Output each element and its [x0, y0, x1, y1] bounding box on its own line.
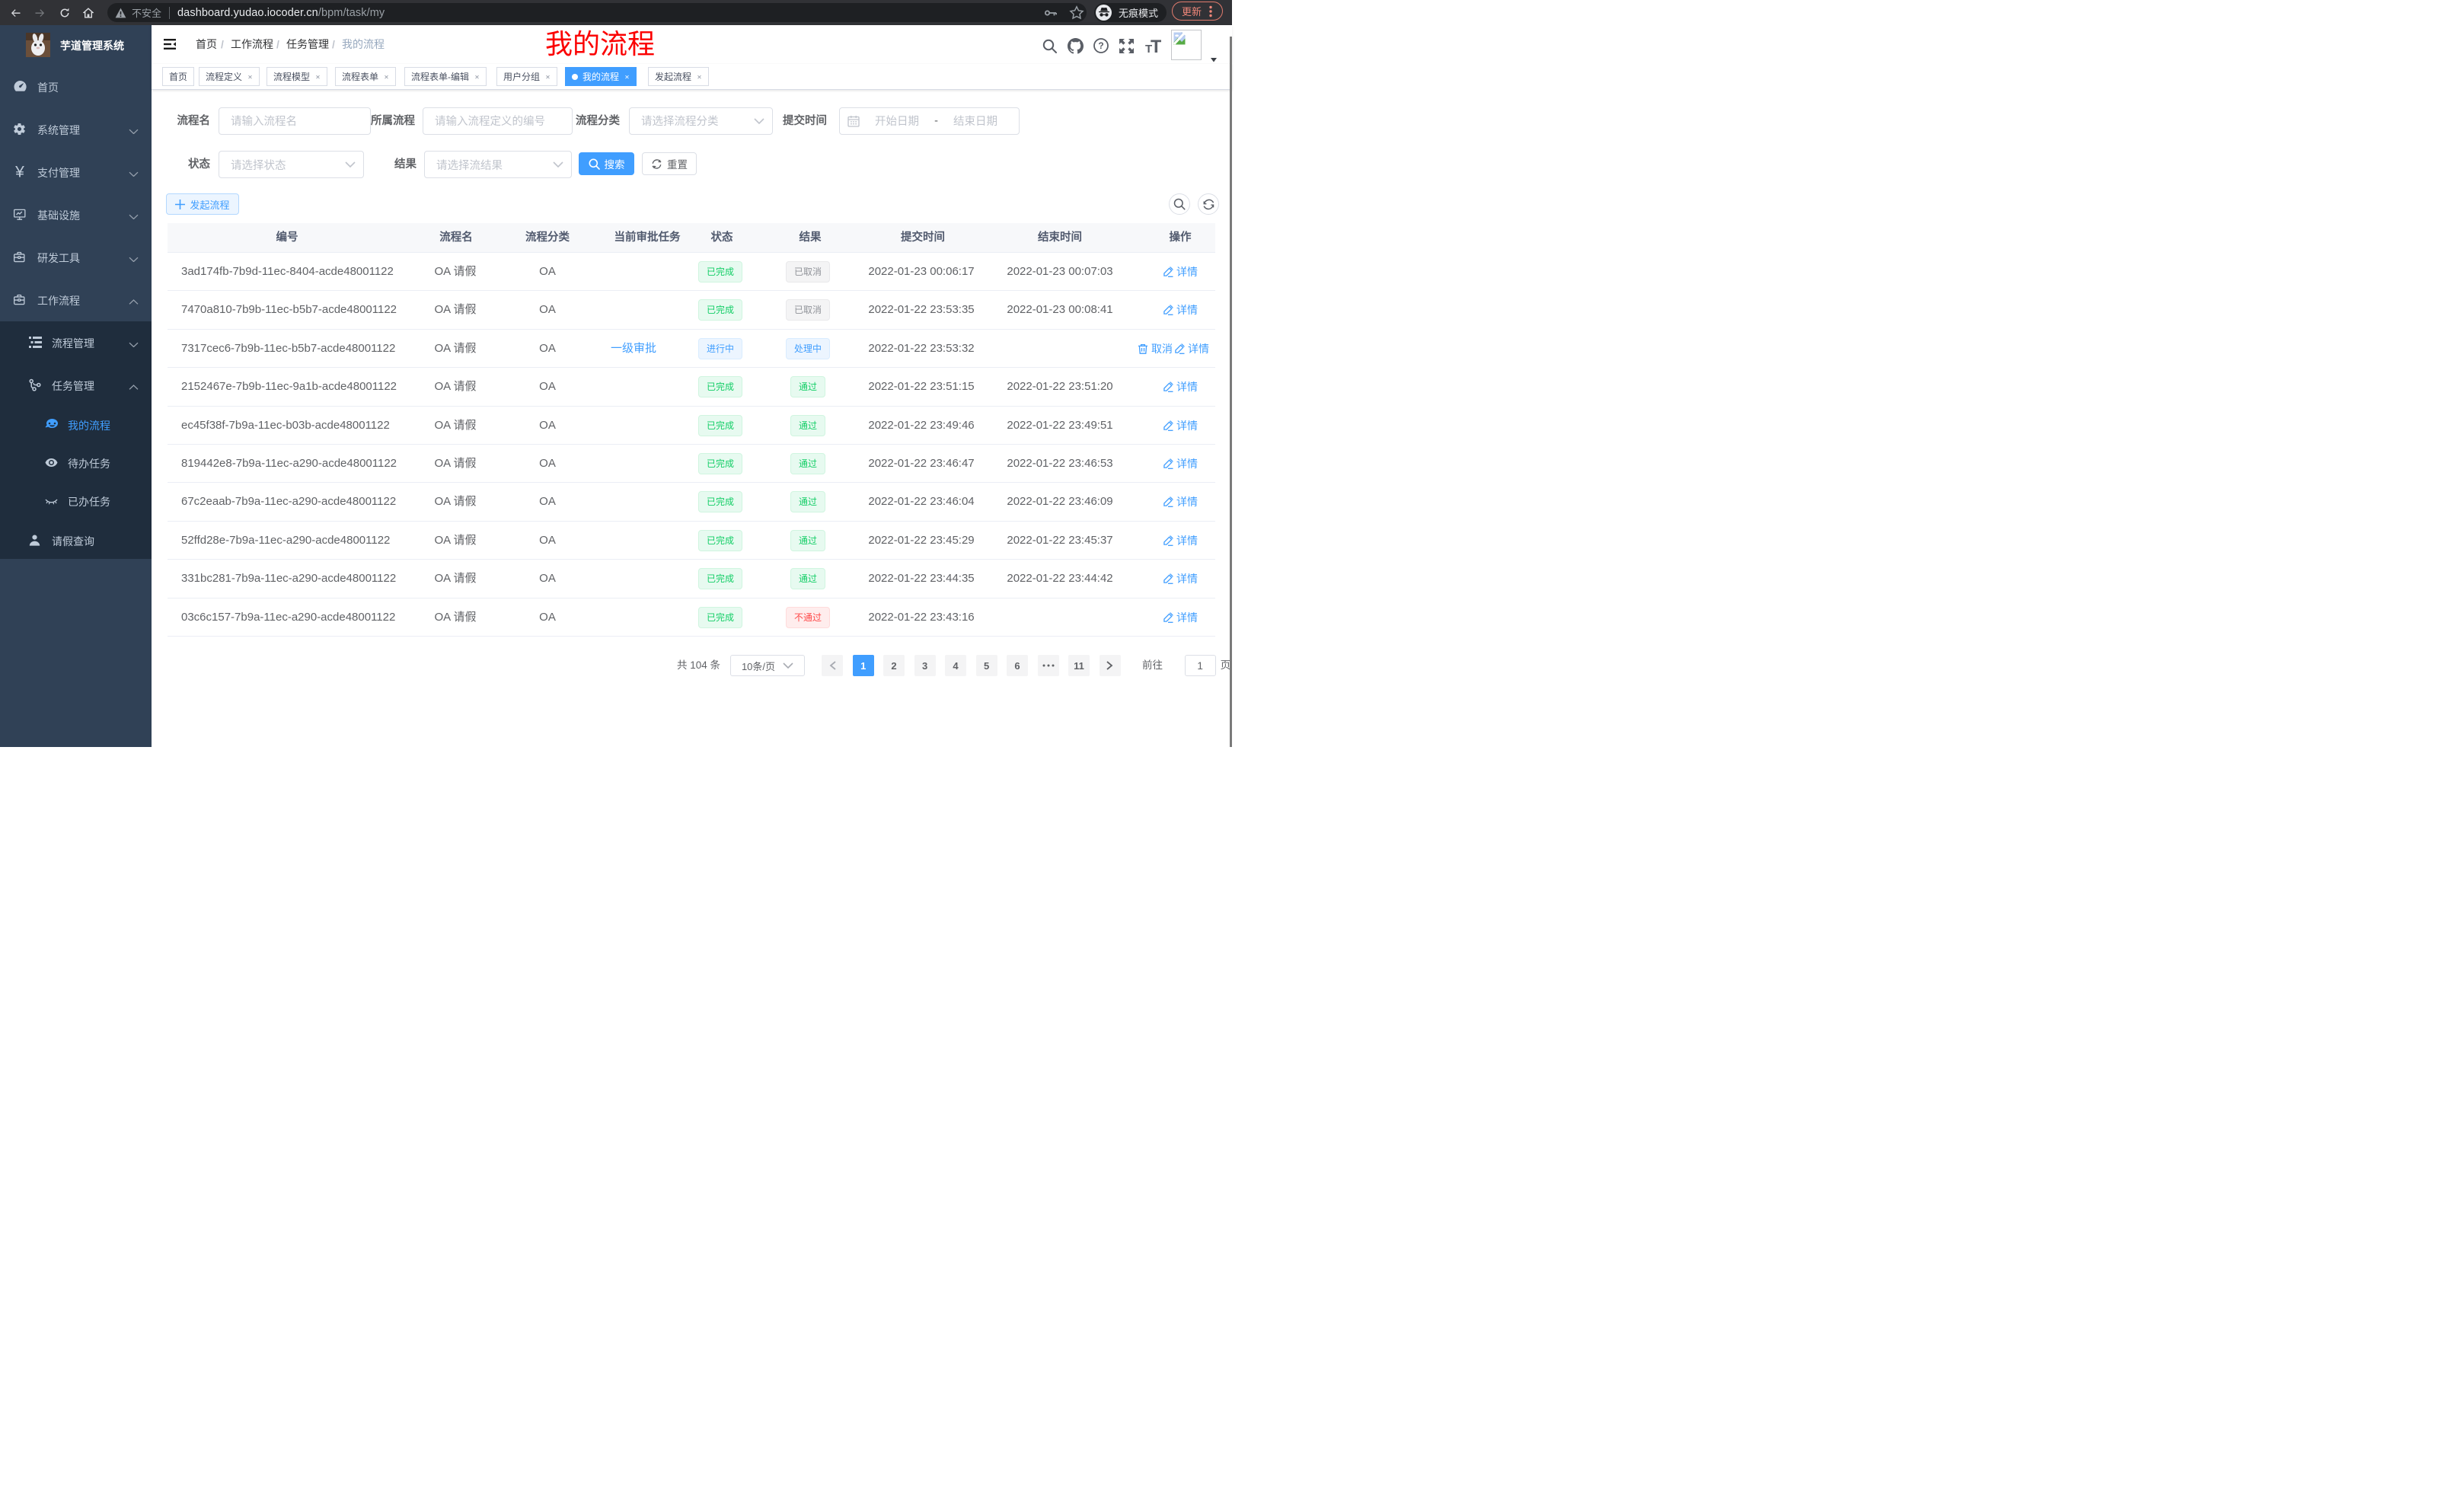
svg-text:T: T: [1151, 38, 1161, 53]
svg-text:?: ?: [1098, 40, 1103, 51]
svg-text:¥: ¥: [14, 165, 24, 178]
